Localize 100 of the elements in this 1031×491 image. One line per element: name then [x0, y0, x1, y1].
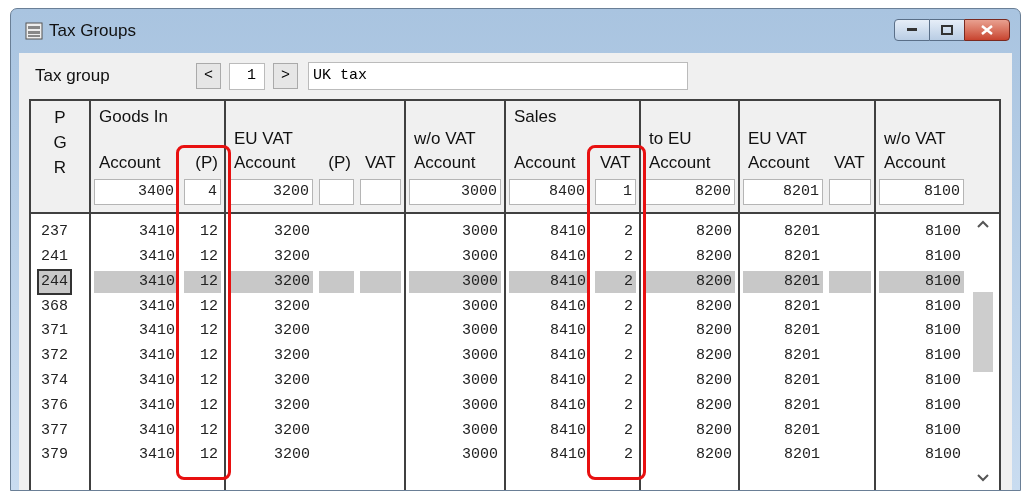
column-header: VAT: [600, 152, 631, 175]
scroll-thumb[interactable]: [973, 292, 993, 372]
filter-field[interactable]: [360, 179, 401, 205]
table-cell-text: 3200: [273, 321, 311, 342]
table-cell-text: 8410: [549, 370, 587, 391]
table-cell-text: 12: [199, 296, 219, 317]
group-header: w/o VAT: [884, 129, 946, 148]
row-number[interactable]: 371: [37, 318, 72, 345]
filter-field[interactable]: 3200: [229, 179, 313, 205]
row-number[interactable]: 372: [37, 343, 72, 370]
table-cell-text: 12: [199, 395, 219, 416]
column-header: Account: [748, 152, 810, 175]
row-number[interactable]: 377: [37, 417, 72, 445]
column-header: G: [53, 132, 67, 154]
column-header: Account: [99, 152, 161, 175]
row-number[interactable]: 374: [37, 367, 72, 395]
column-header: Account: [514, 152, 576, 175]
filter-field[interactable]: 3400: [94, 179, 178, 205]
table-cell-text: 8410: [549, 246, 587, 267]
previous-button[interactable]: <: [196, 63, 221, 89]
table-cell-text: 12: [199, 321, 219, 342]
table-cell-text: 8100: [924, 420, 962, 441]
table-cell-text: 8201: [783, 346, 821, 367]
table-cell-text: 2: [623, 346, 634, 367]
table-cell-text: 8201: [783, 420, 821, 441]
table-cell-text: 8410: [549, 346, 587, 367]
group-name-field[interactable]: UK tax: [308, 62, 688, 90]
table-cell-text: 3410: [138, 346, 176, 367]
table-cell-text: 8200: [695, 420, 733, 441]
row-number[interactable]: 241: [37, 243, 72, 271]
table-cell-text: 3200: [273, 370, 311, 391]
table-cell-text: 12: [199, 445, 219, 466]
table-cell-text: 8410: [549, 395, 587, 416]
table-cell-text: 8410: [549, 321, 587, 342]
table-cell-text: 8201: [783, 370, 821, 391]
table-cell-text: 3410: [138, 321, 176, 342]
row-number[interactable]: 237: [37, 219, 72, 246]
next-button[interactable]: >: [273, 63, 298, 89]
column-header: Account: [884, 152, 946, 175]
table-cell-text: 8410: [549, 296, 587, 317]
table-cell-text: 8410: [549, 420, 587, 441]
filter-field[interactable]: [319, 179, 354, 205]
table-cell-text: 3000: [461, 445, 499, 466]
table-cell: 3200: [229, 270, 313, 294]
filter-field[interactable]: 8100: [879, 179, 964, 205]
table-cell-text: 2: [623, 370, 634, 391]
filter-field[interactable]: 4: [184, 179, 221, 205]
column-header: Account: [649, 152, 711, 175]
minimize-button[interactable]: [894, 19, 930, 41]
table-cell-text: 3410: [138, 370, 176, 391]
table-cell-text: 8201: [783, 296, 821, 317]
table-cell-text: 3000: [461, 395, 499, 416]
group-number-field[interactable]: 1: [229, 62, 265, 90]
table-cell-text: 3200: [273, 222, 311, 243]
table-cell-text: 3000: [461, 370, 499, 391]
group-header: to EU: [649, 129, 692, 148]
table-cell-text: 3410: [138, 296, 176, 317]
group-header: Goods In: [99, 107, 168, 126]
table-cell-text: 12: [199, 420, 219, 441]
table-cell-text: 8200: [695, 296, 733, 317]
table-cell: 3410: [94, 270, 178, 294]
close-button[interactable]: [964, 19, 1010, 41]
column-header: R: [53, 157, 67, 179]
row-number[interactable]: 376: [37, 392, 72, 420]
scroll-down-icon[interactable]: [977, 474, 989, 482]
table-cell-text: 2: [623, 395, 634, 416]
scroll-up-icon[interactable]: [977, 220, 989, 228]
filter-field[interactable]: 8200: [644, 179, 735, 205]
row-number[interactable]: 379: [37, 442, 72, 469]
filter-field[interactable]: [829, 179, 871, 205]
table-cell-text: 8200: [695, 445, 733, 466]
table-cell-text: 3200: [273, 296, 311, 317]
row-number[interactable]: 368: [37, 293, 72, 321]
table-cell-text: 8200: [695, 395, 733, 416]
table-cell: 8201: [743, 270, 823, 294]
filter-field[interactable]: 1: [595, 179, 636, 205]
group-header: Sales: [514, 107, 557, 126]
table-cell-text: 3200: [273, 420, 311, 441]
table-cell: 8100: [879, 270, 964, 294]
table-cell-text: 8410: [549, 445, 587, 466]
row-number[interactable]: 244: [37, 268, 72, 296]
group-header: EU VAT: [748, 129, 807, 148]
table-cell-text: 8100: [924, 346, 962, 367]
filter-field[interactable]: 8400: [509, 179, 589, 205]
table-cell-text: 8100: [924, 222, 962, 243]
table-cell-text: 3410: [138, 246, 176, 267]
scrollbar[interactable]: [967, 214, 999, 490]
filter-field[interactable]: 3000: [409, 179, 501, 205]
table-cell-text: 3000: [461, 346, 499, 367]
table-cell-text: 2: [623, 321, 634, 342]
table-cell-text: 8100: [924, 296, 962, 317]
table-cell-text: 2: [623, 420, 634, 441]
filter-field[interactable]: 8201: [743, 179, 823, 205]
maximize-button[interactable]: [930, 19, 964, 41]
table-cell-text: 8100: [924, 445, 962, 466]
table-cell-text: 3410: [138, 222, 176, 243]
table-cell: 3000: [409, 270, 501, 294]
table-cell-text: 3000: [461, 222, 499, 243]
group-header: w/o VAT: [414, 129, 476, 148]
table-cell: 12: [184, 270, 221, 294]
